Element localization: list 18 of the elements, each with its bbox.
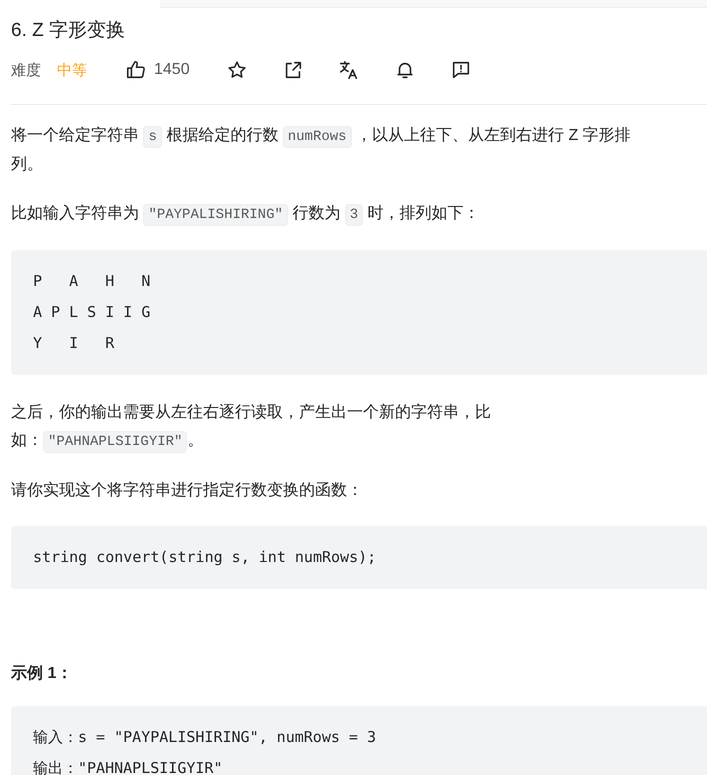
code-line: 输入：s = "PAYPALISHIRING", numRows = 3 [33,727,378,748]
code-line: string convert(string s, int numRows); [33,547,378,568]
paragraph: 将一个给定字符串 s 根据给定的行数 numRows ，以从上往下、从左到右进行 Z 字形排列。 [11,125,632,175]
like-count: 1450 [154,61,190,79]
paragraph: 之后，你的输出需要从左往右逐行读取，产生出一个新的字符串，比如： "PAHNAPLSIIGYIR" 。 [11,399,611,456]
code-line: Y I R [33,333,116,354]
difficulty-label: 难度 [11,60,41,80]
paragraph: 请你实现这个将字符串进行指定行数变换的函数： [11,480,363,501]
translate-icon[interactable] [338,59,360,81]
problem-title: 6. Z 字形变换 [11,19,126,43]
code-line: 输出："PAHNAPLSIIGYIR" [33,758,224,775]
paragraph: 比如输入字符串为 "PAYPALISHIRING" 行数为 3 时，排列如下： [11,200,480,229]
thumbs-up-icon[interactable] [125,59,147,81]
star-icon[interactable] [226,59,248,81]
code-line: A P L S I I G [33,302,152,323]
example-heading: 示例 1： [11,664,74,684]
code-line: P A H N [33,271,152,292]
difficulty: 中等 [57,60,87,80]
